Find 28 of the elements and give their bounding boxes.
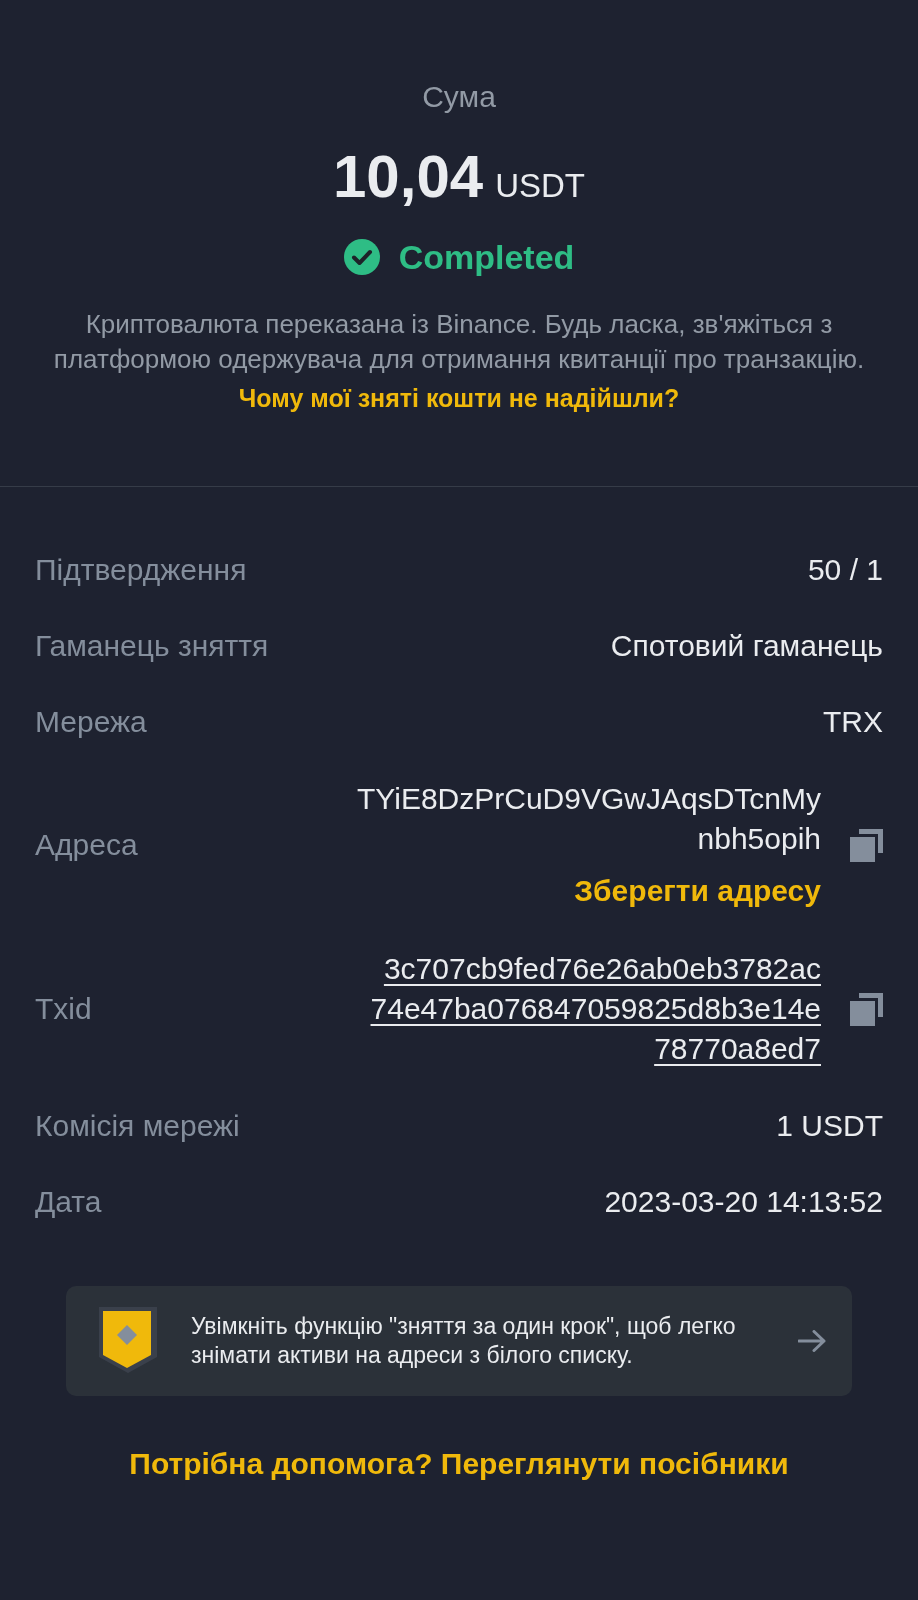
amount-label: Сума (422, 79, 496, 115)
address-text: TYiE8DzPrCuD9VGwJAqsDTcnMy nbh5opih (357, 781, 821, 857)
detail-label: Адреса (35, 827, 138, 863)
detail-value: 2023-03-20 14:13:52 (604, 1184, 883, 1220)
description-text: Криптовалюта переказана із Binance. Будь ласка, зв'яжіться з платформою одержувача для отримання квитанції про транзакцію. (52, 308, 866, 376)
detail-value: 1 USDT (776, 1108, 883, 1144)
detail-value: TRX (823, 704, 883, 740)
detail-label: Txid (35, 991, 92, 1027)
copy-icon[interactable] (850, 992, 883, 1026)
promo-banner[interactable]: Увімкніть функцію "зняття за один крок", щоб легко знімати активи на адреси з білого списку. (66, 1286, 852, 1396)
shield-icon (99, 1307, 159, 1375)
detail-label: Мережа (35, 704, 147, 740)
detail-label: Підтвердження (35, 552, 247, 588)
detail-label: Дата (35, 1184, 102, 1220)
help-link[interactable]: Чому мої зняті кошти не надійшли? (238, 381, 680, 416)
banner-text: Увімкніть функцію "зняття за один крок", щоб легко знімати активи на адреси з білого списку. (191, 1312, 737, 1370)
copy-icon[interactable] (850, 828, 883, 862)
arrow-right-icon (798, 1330, 826, 1352)
detail-label: Комісія мережі (35, 1108, 240, 1144)
detail-value: 50 / 1 (807, 552, 883, 588)
save-address-link[interactable]: Зберегти адресу (574, 871, 821, 911)
detail-label: Гаманець зняття (35, 628, 269, 664)
status-text: Completed (398, 237, 575, 277)
txid-link[interactable]: 3c707cb9fed76e26ab0eb3782ac 74e47ba076847059825d8b3e14e 78770a8ed7 (370, 949, 821, 1069)
detail-value: Спотовий гаманець (610, 628, 883, 664)
help-guides-link[interactable]: Потрібна допомога? Переглянути посібники (129, 1445, 789, 1483)
amount-value: 10,04 (333, 142, 484, 212)
currency-label: USDT (495, 166, 585, 206)
